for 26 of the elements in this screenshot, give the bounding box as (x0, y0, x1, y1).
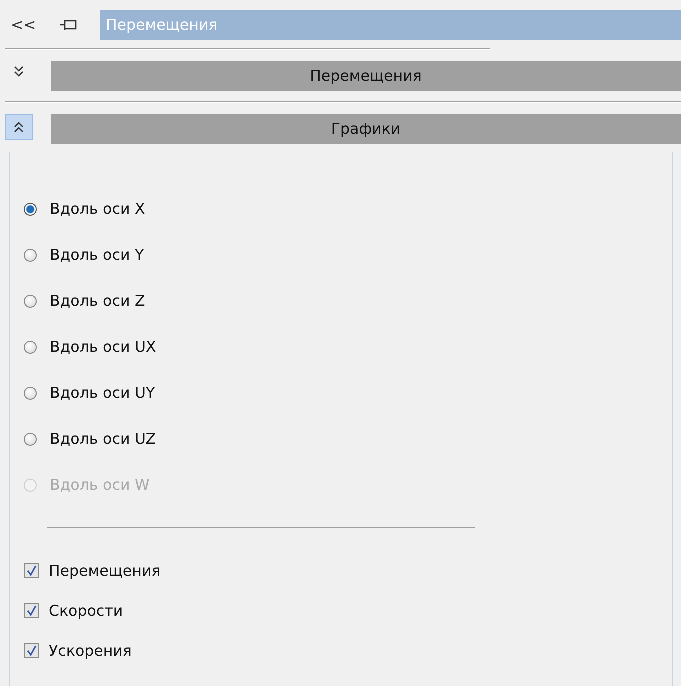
section-header[interactable]: Графики (51, 114, 681, 144)
checkbox[interactable] (24, 603, 39, 618)
pin-icon[interactable] (59, 18, 79, 32)
checkbox[interactable] (24, 563, 39, 578)
radio-label: Вдоль оси W (50, 476, 150, 494)
radio-button[interactable] (24, 386, 37, 400)
checkbox-label: Ускорения (49, 642, 132, 660)
radio-label: Вдоль оси Z (50, 292, 146, 310)
panel-title: Перемещения (100, 10, 681, 40)
collapse-button[interactable]: << (11, 16, 39, 34)
radio-button[interactable] (24, 248, 37, 262)
radio-button[interactable] (24, 340, 37, 354)
checkbox-label: Скорости (49, 602, 124, 620)
section-header[interactable]: Перемещения (51, 61, 681, 91)
radio-label: Вдоль оси UZ (50, 430, 156, 448)
checkbox-label: Перемещения (49, 562, 161, 580)
radio-label: Вдоль оси UY (50, 384, 156, 402)
radio-button[interactable] (24, 294, 37, 308)
radio-label: Вдоль оси UX (50, 338, 156, 356)
collapse-icon[interactable] (13, 120, 25, 134)
radio-button[interactable] (24, 202, 37, 216)
radio-label: Вдоль оси Y (50, 246, 144, 264)
radio-button[interactable] (24, 432, 37, 446)
checkbox[interactable] (24, 643, 39, 658)
expand-icon[interactable] (13, 65, 25, 79)
radio-label: Вдоль оси X (50, 200, 146, 218)
